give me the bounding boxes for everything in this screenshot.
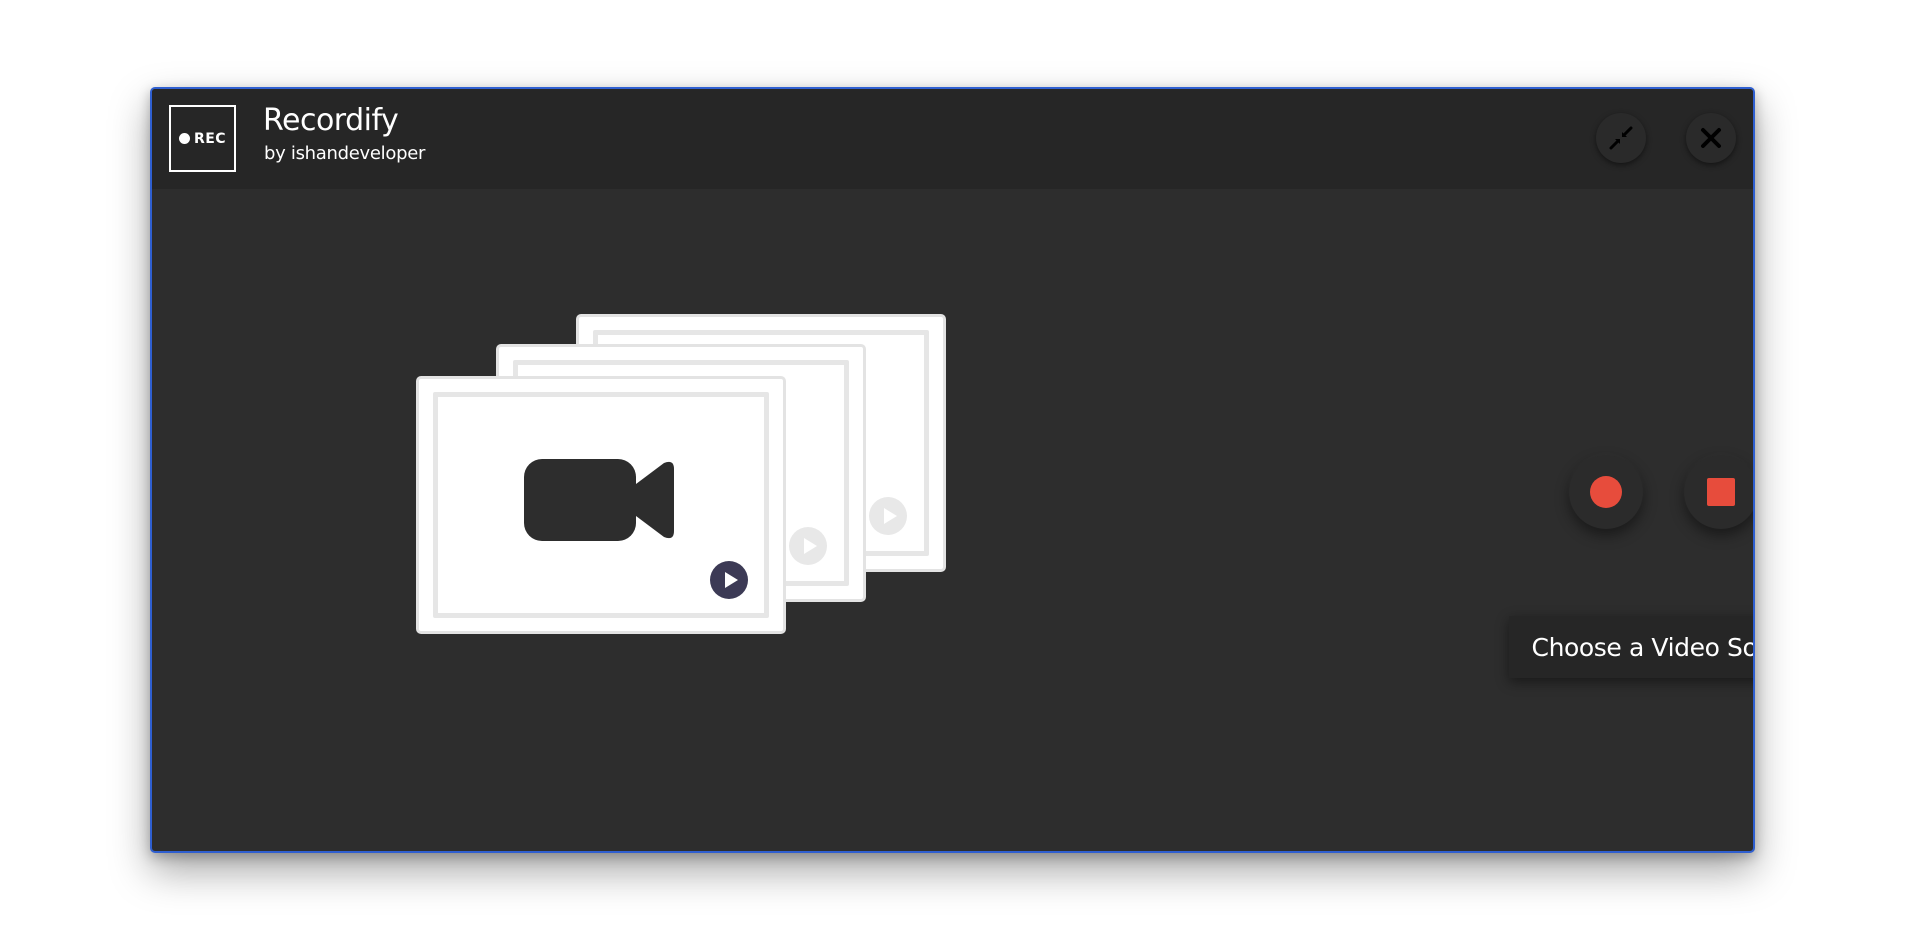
stop-square-icon <box>1707 478 1735 506</box>
video-source-illustration <box>416 314 946 634</box>
play-circle-icon <box>789 527 827 565</box>
stop-button[interactable] <box>1684 455 1753 529</box>
video-camera-icon <box>524 459 674 541</box>
play-circle-icon <box>869 497 907 535</box>
record-dot-icon <box>1590 476 1622 508</box>
minimize-button[interactable] <box>1596 113 1646 163</box>
screen-card-front <box>416 376 786 634</box>
choose-video-source-button[interactable]: Choose a Video Source <box>1509 616 1753 678</box>
app-author: by ishandeveloper <box>264 143 426 164</box>
record-button[interactable] <box>1569 455 1643 529</box>
compress-arrows-icon <box>1609 126 1633 150</box>
close-x-icon <box>1701 128 1721 148</box>
app-title: Recordify <box>263 103 399 138</box>
app-window: REC Recordify by ishandeveloper Choose a… <box>150 87 1755 853</box>
close-button[interactable] <box>1686 113 1736 163</box>
logo-text: REC <box>193 130 227 147</box>
app-logo: REC <box>169 105 236 172</box>
logo-dot-icon <box>178 133 190 144</box>
play-circle-icon <box>710 561 748 599</box>
title-bar[interactable]: REC Recordify by ishandeveloper <box>152 89 1753 189</box>
